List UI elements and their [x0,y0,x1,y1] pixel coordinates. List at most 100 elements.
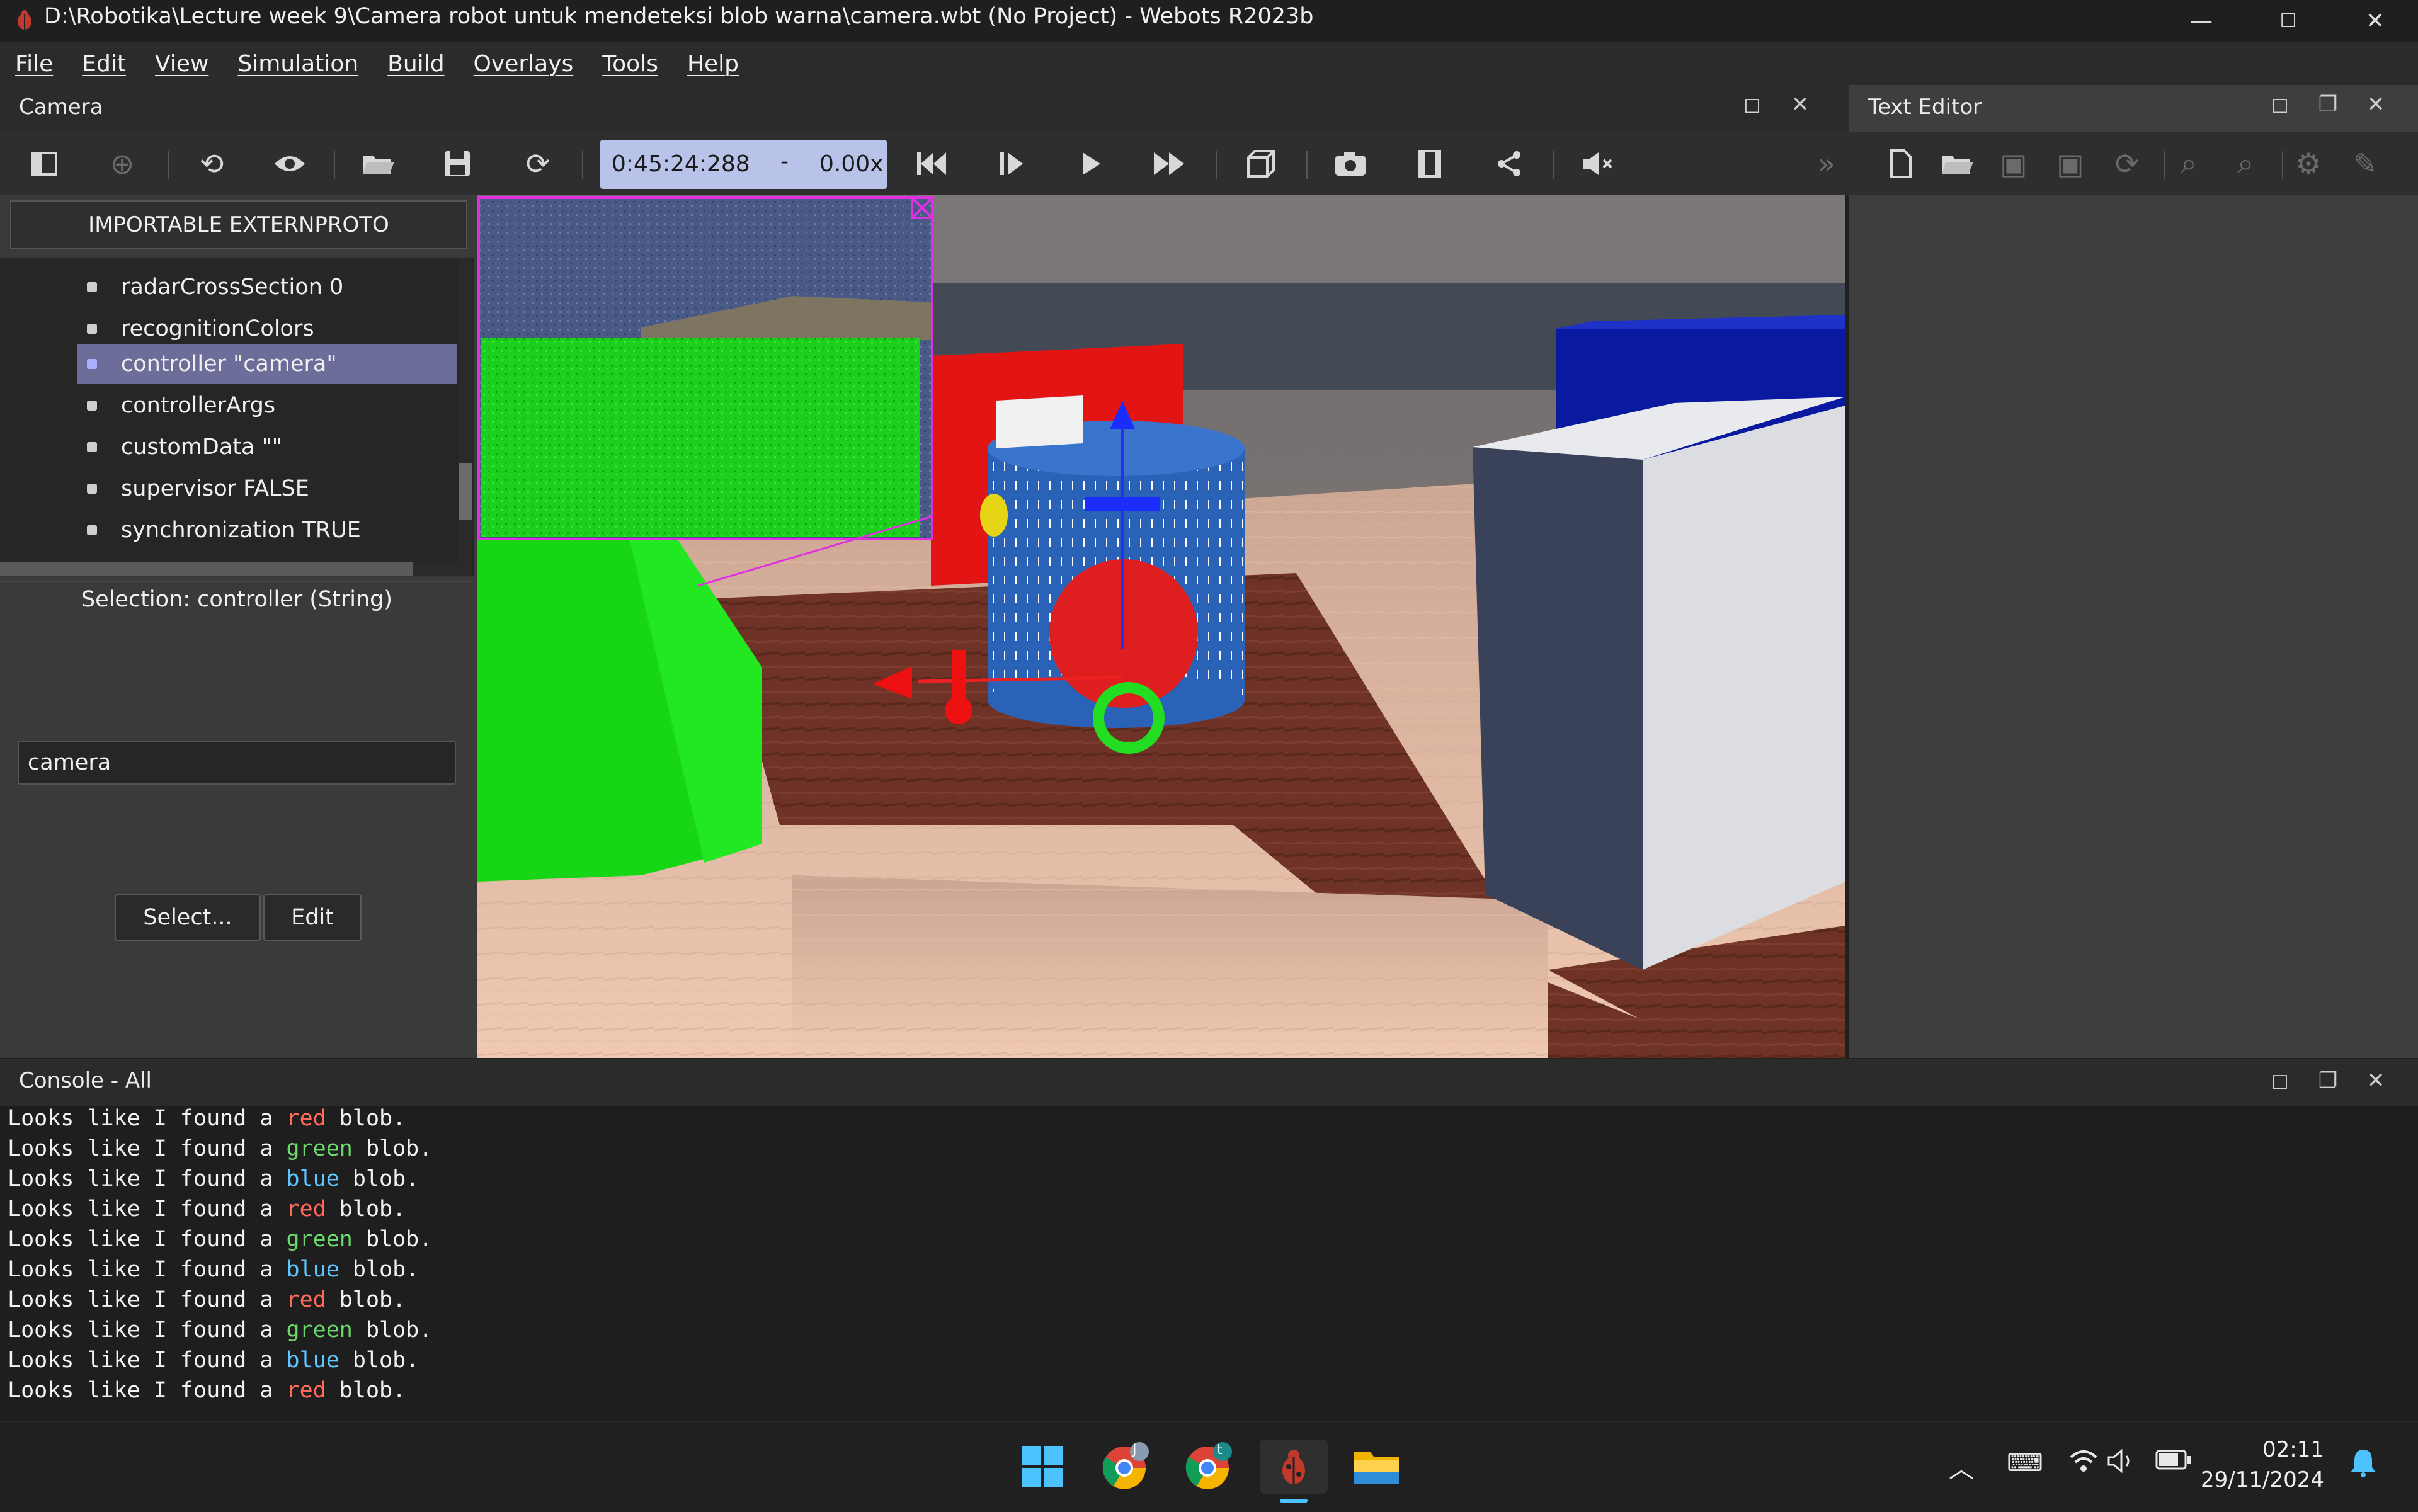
view-cube-icon[interactable] [1242,145,1280,183]
save-world-icon[interactable] [438,145,476,183]
new-file-icon[interactable] [1881,145,1919,183]
revert-file-icon[interactable]: ⟳ [2108,145,2146,183]
console-line: Looks like I found a green blob. [8,1136,433,1161]
menu-build[interactable]: Build [387,51,444,77]
dock-close-icon[interactable]: ✕ [1788,92,1813,117]
open-world-icon[interactable] [359,145,397,183]
reset-simulation-icon[interactable] [912,145,950,183]
text-editor-float-icon[interactable]: ◻ [2267,92,2293,117]
replace-icon[interactable]: ⌕ [2227,145,2264,183]
console-close-icon[interactable]: ✕ [2363,1068,2388,1093]
build-gear-icon[interactable]: ⚙ [2290,145,2327,183]
eye-icon[interactable] [271,145,309,183]
clock-date[interactable]: 29/11/2024 [2198,1467,2324,1492]
tree-item[interactable]: controllerArgs [0,385,460,426]
tree-scroll-thumb[interactable] [459,463,472,520]
fast-forward-icon[interactable] [1150,145,1188,183]
menu-view[interactable]: View [155,51,208,77]
3d-view[interactable] [477,195,1845,1058]
console-header [0,1059,2418,1106]
chrome-profile-j-icon[interactable]: J [1098,1440,1153,1494]
tree-hscroll-thumb[interactable] [0,562,413,576]
menu-tools[interactable]: Tools [602,51,658,77]
notification-bell-icon[interactable] [2349,1447,2377,1484]
console-line: Looks like I found a green blob. [8,1227,433,1252]
menu-bar: File Edit View Simulation Build Overlays… [0,42,2418,86]
camera-dock-header [0,86,1849,132]
reload-world-icon[interactable]: ⟳ [519,145,557,183]
tree-bullet-icon [87,484,97,494]
menu-simulation[interactable]: Simulation [237,51,358,77]
menu-edit[interactable]: Edit [82,51,126,77]
save-as-icon[interactable]: ▣ [2051,145,2089,183]
maximize-button[interactable]: ☐ [2245,0,2332,42]
tree-item[interactable]: supervisor FALSE [0,469,460,509]
close-window-button[interactable]: ✕ [2332,0,2418,42]
tree-item-label: radarCrossSection 0 [121,275,344,300]
select-button[interactable]: Select... [115,894,261,941]
tree-bullet-icon [87,401,97,411]
importable-externproto-button[interactable]: IMPORTABLE EXTERNPROTO [10,200,467,249]
tree-vertical-scrollbar[interactable] [459,258,472,576]
simulation-time-display: 0:45:24:288 - 0.00x [600,140,887,189]
start-windows-icon[interactable] [1015,1440,1069,1494]
tree-item[interactable]: customData "" [0,427,460,467]
tree-item[interactable]: recognitionColors [0,309,460,349]
active-app-indicator [1280,1499,1308,1503]
save-file-icon[interactable]: ▣ [1995,145,2033,183]
controller-value-input[interactable] [18,741,456,785]
tree-item-selected[interactable]: controller "camera" [0,344,460,384]
console-output[interactable]: Looks like I found a red blob. Looks lik… [0,1106,2418,1421]
console-float-icon[interactable]: ◻ [2267,1068,2293,1093]
play-icon[interactable] [1072,145,1110,183]
tree-bullet-icon [87,324,97,334]
menu-file[interactable]: File [15,51,53,77]
chrome-profile-t-icon[interactable]: t [1182,1440,1236,1494]
tree-item-label: customData "" [121,435,282,460]
time-separator: - [780,149,789,174]
text-editor-panel [1849,85,2418,1058]
clean-broom-icon[interactable]: ✎ [2346,145,2384,183]
tree-item[interactable]: synchronization TRUE [0,510,460,550]
step-icon[interactable] [993,145,1030,183]
console-line: Looks like I found a green blob. [8,1317,433,1343]
show-hidden-icons-chevron-icon[interactable]: ︿ [1949,1448,1974,1485]
open-file-icon[interactable] [1938,145,1976,183]
add-node-icon[interactable]: ⊕ [103,145,141,183]
text-editor-toolbar: ▣ ▣ ⟳ ⌕ ⌕ ⚙ ✎ [1849,132,2418,195]
mute-speaker-icon[interactable] [1578,145,1616,183]
wifi-icon[interactable] [2068,1448,2099,1480]
tree-item-label: controllerArgs [121,393,276,418]
console-line: Looks like I found a blue blob. [8,1257,419,1282]
minimize-button[interactable]: — [2158,0,2245,42]
keyboard-icon[interactable]: ⌨ [2007,1448,2043,1477]
menu-overlays[interactable]: Overlays [474,51,574,77]
windows-taskbar: J t ︿ ⌨ 02:11 29/11/2024 [0,1421,2418,1512]
file-explorer-icon[interactable] [1349,1440,1403,1494]
tree-item[interactable]: radarCrossSection 0 [0,267,460,307]
chrome-badge-j: J [1132,1442,1137,1458]
record-movie-icon[interactable] [1411,145,1449,183]
console-restore-icon[interactable]: ❐ [2315,1068,2341,1093]
scene-tree: radarCrossSection 0 recognitionColors co… [0,258,474,576]
screenshot-camera-icon[interactable] [1332,145,1369,183]
toggle-scene-tree-icon[interactable] [25,145,63,183]
text-editor-close-icon[interactable]: ✕ [2363,92,2388,117]
clock-time[interactable]: 02:11 [2198,1437,2324,1462]
reset-viewpoint-icon[interactable]: ⟲ [193,145,231,183]
toolbar-overflow-icon[interactable]: » [1808,145,1845,183]
console-line: Looks like I found a red blob. [8,1197,406,1222]
menu-help[interactable]: Help [687,51,739,77]
battery-charging-icon[interactable] [2155,1448,2192,1477]
tree-bullet-icon [87,282,97,292]
webots-taskbar-icon[interactable] [1260,1440,1328,1494]
webots-logo-icon [14,9,35,31]
edit-button[interactable]: Edit [263,894,362,941]
find-icon[interactable]: ⌕ [2170,145,2208,183]
volume-icon[interactable] [2107,1448,2136,1480]
console-title: Console - All [19,1068,152,1093]
share-icon[interactable] [1490,145,1528,183]
text-editor-restore-icon[interactable]: ❐ [2315,92,2341,117]
dock-float-icon[interactable]: ◻ [1740,92,1765,117]
chrome-badge-t: t [1217,1442,1223,1458]
